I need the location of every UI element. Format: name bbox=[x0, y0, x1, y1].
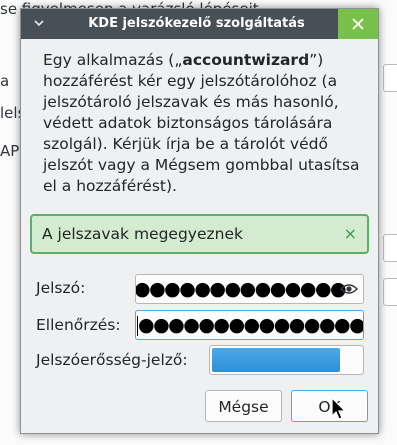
background-field bbox=[383, 64, 397, 92]
app-name: accountwizard bbox=[182, 51, 310, 69]
eye-icon[interactable] bbox=[340, 282, 358, 296]
strength-meter-fill bbox=[212, 348, 340, 372]
confirm-mask: ●●●●●●●●●●●●●●● bbox=[138, 314, 364, 336]
notice-text: A jelszavak megegyeznek bbox=[42, 225, 243, 243]
close-icon[interactable] bbox=[338, 9, 378, 39]
strength-label: Jelszóerősség-jelző: bbox=[36, 351, 188, 369]
wallet-access-dialog: KDE jelszókezelő szolgáltatás Egy alkalm… bbox=[20, 8, 379, 434]
message-text: ”) hozzáférést kér egy jelszótárolóhoz (… bbox=[43, 51, 360, 195]
background-text: a bbox=[0, 72, 10, 90]
password-match-notice: A jelszavak megegyeznek × bbox=[30, 214, 369, 254]
message-text: Egy alkalmazás („ bbox=[43, 51, 183, 69]
password-mask: ●●●●●●●●●●●●●● bbox=[135, 278, 347, 300]
password-field[interactable]: ●●●●●●●●●●●●●● bbox=[135, 274, 364, 304]
password-label: Jelszó: bbox=[36, 279, 86, 297]
cancel-button[interactable]: Mégse bbox=[205, 390, 282, 422]
password-strength-meter bbox=[209, 345, 364, 375]
ok-button[interactable]: OK bbox=[291, 390, 368, 422]
access-request-message: Egy alkalmazás („accountwizard”) hozzáfé… bbox=[43, 50, 373, 197]
title-bar[interactable]: KDE jelszókezelő szolgáltatás bbox=[21, 9, 378, 39]
confirm-label: Ellenőrzés: bbox=[36, 316, 121, 334]
window-title: KDE jelszókezelő szolgáltatás bbox=[88, 16, 305, 31]
background-field bbox=[383, 278, 397, 306]
mouse-pointer-icon bbox=[331, 397, 347, 420]
background-text: AP bbox=[0, 142, 20, 160]
background-field bbox=[383, 234, 397, 262]
close-icon[interactable]: × bbox=[344, 224, 357, 243]
chevron-down-icon[interactable] bbox=[29, 14, 49, 34]
confirm-password-field[interactable]: ●●●●●●●●●●●●●●● bbox=[135, 310, 364, 340]
